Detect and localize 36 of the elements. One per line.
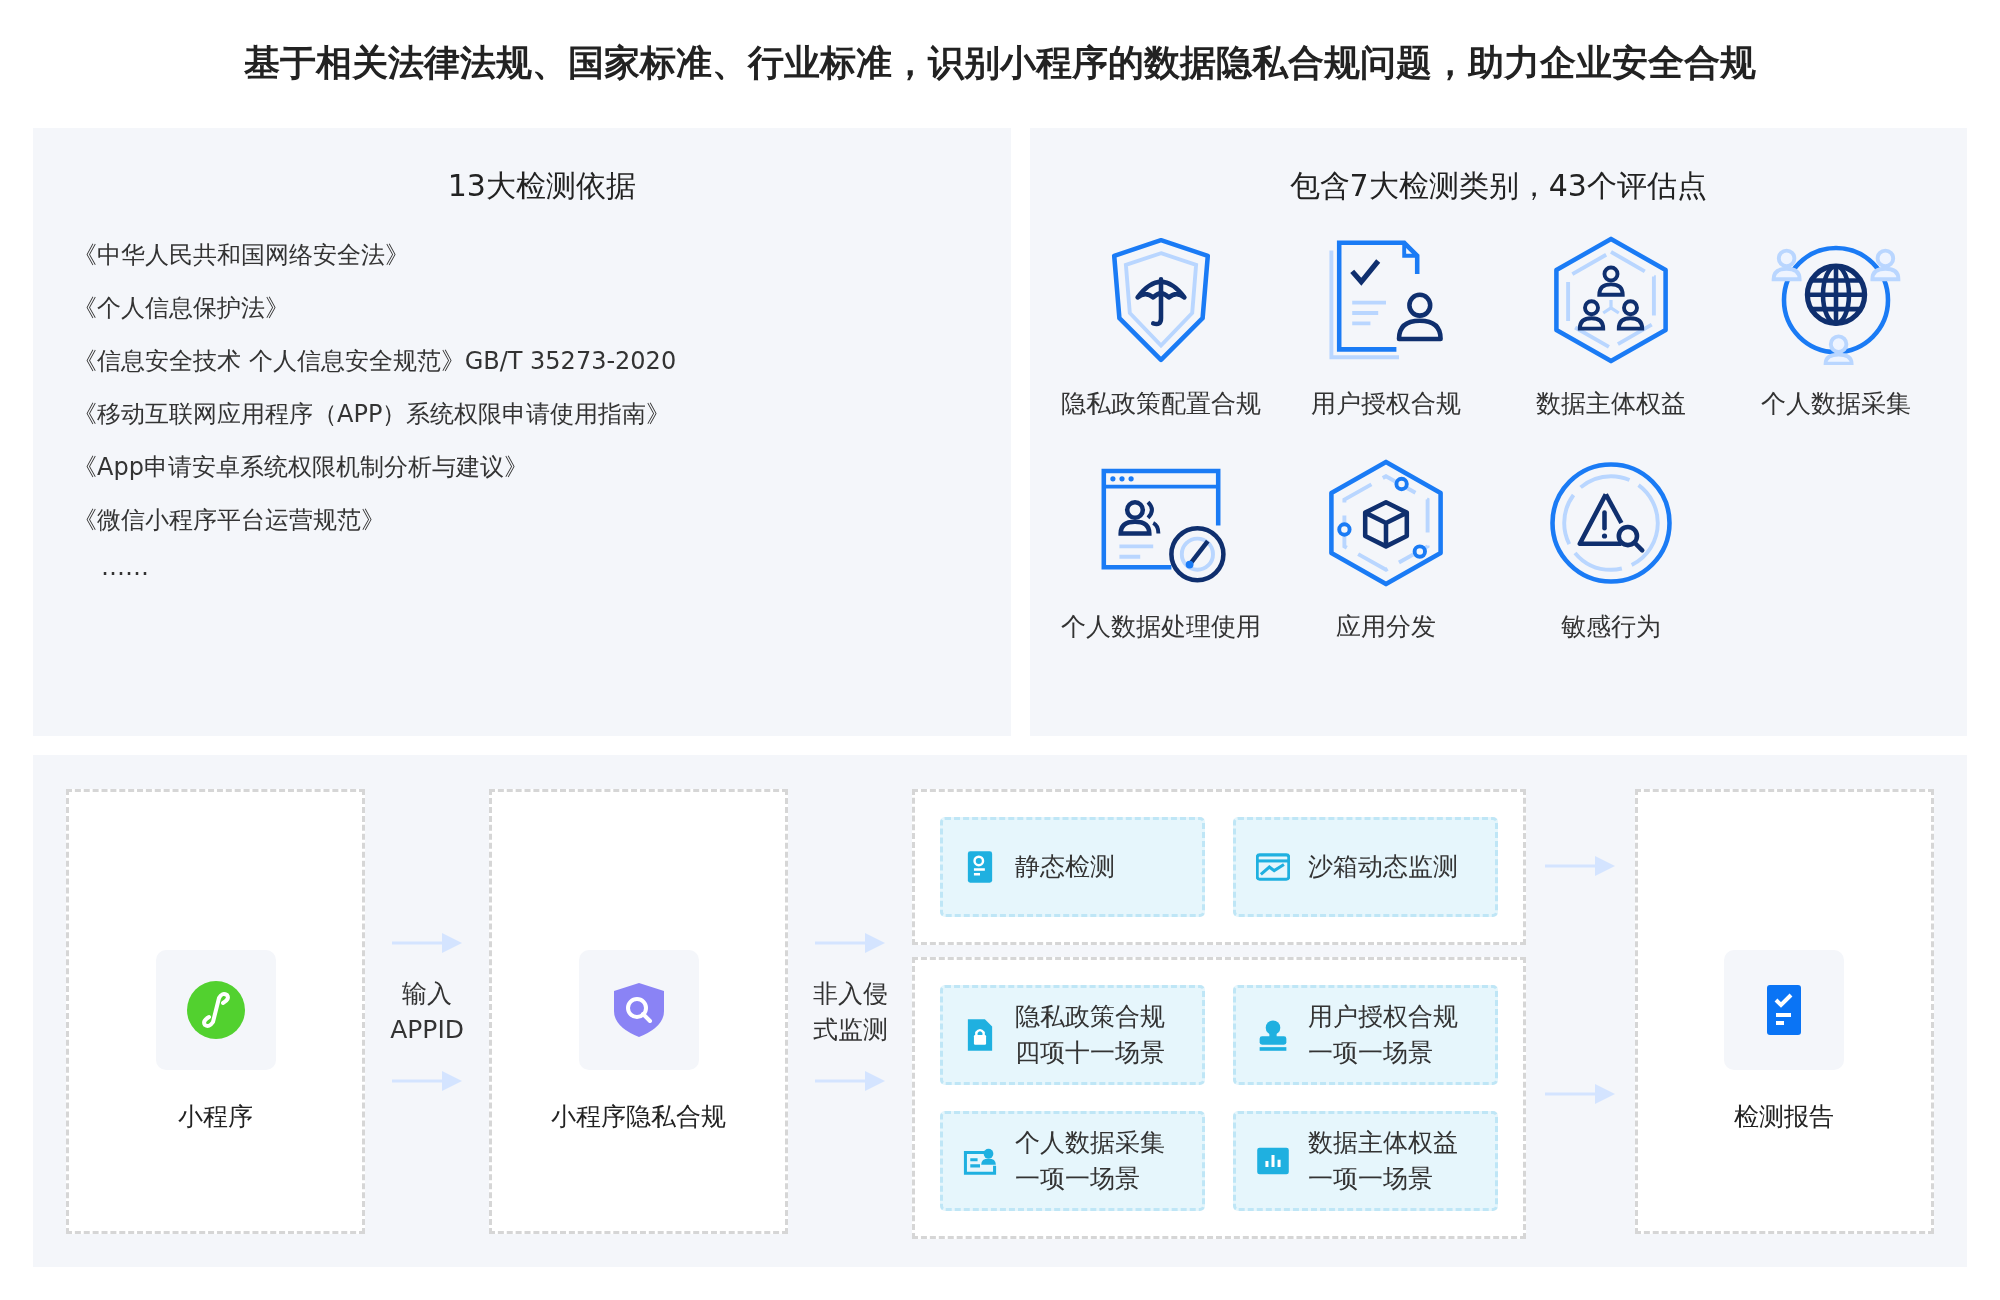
regulation-item: 《信息安全技术 个人信息安全规范》GB/T 35273-2020 (73, 346, 678, 377)
arrow-icon (392, 931, 463, 954)
category-label: 个人数据采集 (1760, 388, 1911, 420)
arrow-icon (1545, 854, 1616, 877)
category-label: 隐私政策配置合规 (1060, 388, 1261, 420)
category-label: 数据主体权益 (1535, 388, 1686, 420)
headline: 基于相关法律法规、国家标准、行业标准，识别小程序的数据隐私合规问题，助力企业安全合规 (243, 41, 1757, 85)
step-label: 小程序 (178, 1101, 254, 1133)
chip-label: 个人数据采集 一项一场景 (1014, 1127, 1165, 1195)
chip-label: 隐私政策合规 四项十一场景 (1014, 1001, 1165, 1069)
regulation-item: 《App申请安卓系统权限机制分析与建议》 (73, 452, 529, 483)
arrow-icon (815, 1069, 886, 1092)
panel-title: 13大检测依据 (446, 167, 637, 205)
chip-label: 沙箱动态监测 (1307, 851, 1458, 883)
panel-title: 包含7大检测类别，43个评估点 (1288, 167, 1708, 205)
arrow-icon (392, 1069, 463, 1092)
step-label: 非入侵 式监测 (812, 977, 888, 1046)
arrow-icon (1545, 1083, 1616, 1105)
ellipsis-text: …… (101, 553, 149, 581)
step-label: 输入 APPID (390, 977, 465, 1046)
category-label: 个人数据处理使用 (1060, 611, 1261, 643)
regulation-item: 《移动互联网应用程序（APP）系统权限申请使用指南》 (73, 399, 672, 430)
regulation-item: 《中华人民共和国网络安全法》 (73, 240, 410, 271)
step-label: 小程序隐私合规 (551, 1101, 727, 1133)
category-label: 敏感行为 (1560, 611, 1661, 643)
chip-label: 用户授权合规 一项一场景 (1307, 1001, 1458, 1069)
regulation-item: 《个人信息保护法》 (73, 293, 290, 324)
chip-label: 数据主体权益 一项一场景 (1307, 1127, 1458, 1195)
image-trend-icon (1255, 850, 1290, 884)
regulation-item: 《微信小程序平台运营规范》 (73, 505, 386, 536)
link-circle-icon (184, 979, 247, 1041)
step-label: 检测报告 (1734, 1101, 1835, 1133)
arrow-icon (815, 931, 886, 954)
category-label: 应用分发 (1335, 611, 1436, 643)
chip-label: 静态检测 (1014, 851, 1115, 883)
category-label: 用户授权合规 (1310, 388, 1461, 420)
